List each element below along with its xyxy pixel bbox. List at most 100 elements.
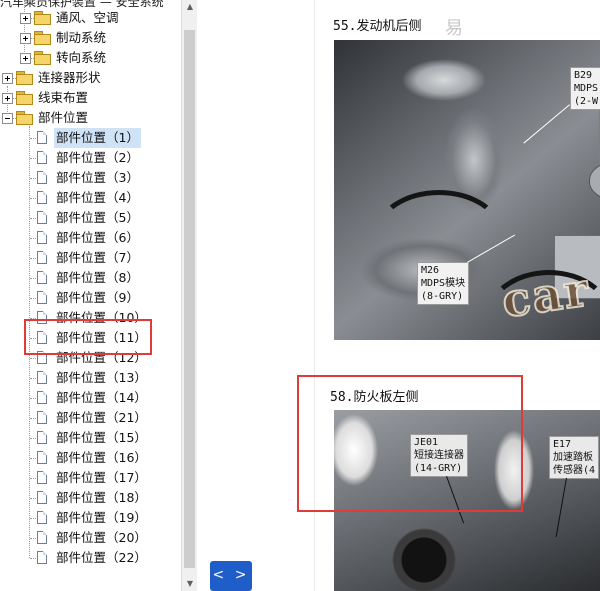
tree-item[interactable]: 部件位置（20） xyxy=(0,528,180,548)
tree-guide xyxy=(30,538,36,539)
scroll-up-icon[interactable]: ▲ xyxy=(182,0,198,14)
tree-item-label: 部件位置（6） xyxy=(56,230,139,245)
tree-item-label: 部件位置（17） xyxy=(56,470,147,485)
expand-plus-icon[interactable] xyxy=(20,13,31,24)
tree-view[interactable]: 汽车乘员保护装置 — 安全系统 通风、空调 制动系统 转向系统 连接器形状 线束布置 部件… xyxy=(0,0,181,591)
tree-item[interactable]: 部件位置（19） xyxy=(0,508,180,528)
tree-item[interactable]: 转向系统 xyxy=(0,48,180,68)
tree-item-label: 部件位置（8） xyxy=(56,270,139,285)
tree-guide xyxy=(30,178,36,179)
tree-item[interactable]: 连接器形状 xyxy=(0,68,180,88)
tree-item[interactable]: 部件位置（18） xyxy=(0,488,180,508)
tree-item[interactable]: 部件位置（3） xyxy=(0,168,180,188)
tree-item-label: 部件位置（1） xyxy=(54,128,141,148)
document-page-icon xyxy=(37,131,47,144)
expand-plus-icon[interactable] xyxy=(2,93,13,104)
tree-guide xyxy=(30,378,36,379)
document-page-icon xyxy=(37,531,47,544)
tree-item-label: 部件位置（14） xyxy=(56,390,147,405)
document-page-icon xyxy=(37,231,47,244)
tree-item-label: 部件位置（20） xyxy=(56,530,147,545)
tree-guide xyxy=(30,358,36,359)
tree-item[interactable]: 部件位置（14） xyxy=(0,388,180,408)
expand-plus-icon[interactable] xyxy=(20,53,31,64)
folder-icon xyxy=(34,51,51,65)
tree-item[interactable]: 部件位置（8） xyxy=(0,268,180,288)
tree-item-label: 部件位置（15） xyxy=(56,430,147,445)
tree-guide xyxy=(30,438,36,439)
tree-item[interactable]: 部件位置（17） xyxy=(0,468,180,488)
tree-item[interactable]: 部件位置（13） xyxy=(0,368,180,388)
expand-plus-icon[interactable] xyxy=(20,33,31,44)
callout-m26-line3: (8-GRY) xyxy=(421,291,464,302)
page-nav-button[interactable]: < > xyxy=(210,561,252,591)
tree-item[interactable]: 部件位置（21） xyxy=(0,408,180,428)
callout-m26-line2: MDPS模块 xyxy=(421,278,466,289)
tree-guide xyxy=(30,158,36,159)
tree-guide xyxy=(30,258,36,259)
tree-guide xyxy=(30,238,36,239)
document-page-icon xyxy=(37,511,47,524)
collapse-minus-icon[interactable] xyxy=(2,113,13,124)
tree-item[interactable]: 部件位置（1） xyxy=(0,128,180,148)
document-viewer: 易 55.发动机后侧 car B29 MDPS (2-W M26 MDPS模块 … xyxy=(197,0,600,591)
document-page-icon xyxy=(37,371,47,384)
expand-plus-icon[interactable] xyxy=(2,73,13,84)
document-page-icon xyxy=(37,171,47,184)
tree-item-label: 转向系统 xyxy=(56,50,107,65)
document-page-icon xyxy=(37,291,47,304)
tree-item[interactable]: 部件位置（7） xyxy=(0,248,180,268)
tree-guide xyxy=(30,498,36,499)
tree-item-label: 通风、空调 xyxy=(56,10,119,25)
scroll-down-icon[interactable]: ▼ xyxy=(182,577,198,591)
tree-item[interactable]: 部件位置（2） xyxy=(0,148,180,168)
tree-item[interactable]: 部件位置（16） xyxy=(0,448,180,468)
tree-item-label: 线束布置 xyxy=(38,90,89,105)
highlight-box-item-11 xyxy=(24,319,152,355)
document-page-icon xyxy=(37,431,47,444)
tree-item-label: 部件位置（2） xyxy=(56,150,139,165)
tree-item-label: 部件位置（16） xyxy=(56,450,147,465)
steering-collar xyxy=(589,160,600,202)
folder-icon xyxy=(16,111,33,125)
tree-item[interactable]: 部件位置（4） xyxy=(0,188,180,208)
highlight-box-section-58 xyxy=(297,375,523,512)
tree-guide xyxy=(30,298,36,299)
tree-item[interactable]: 部件位置（6） xyxy=(0,228,180,248)
callout-b29-line2: MDPS xyxy=(574,83,599,94)
tree-item[interactable]: 部件位置（9） xyxy=(0,288,180,308)
tree-item[interactable]: 制动系统 xyxy=(0,28,180,48)
tree-item[interactable]: 线束布置 xyxy=(0,88,180,108)
tree-item[interactable]: 通风、空调 xyxy=(0,8,180,28)
document-page-icon xyxy=(37,151,47,164)
tree-item-label: 部件位置（22） xyxy=(56,550,147,565)
tree-guide xyxy=(30,518,36,519)
callout-m26-line1: M26 xyxy=(421,265,440,276)
tree-item-label: 制动系统 xyxy=(56,30,107,45)
callout-b29-line1: B29 xyxy=(574,70,593,81)
tree-item-label: 部件位置（7） xyxy=(56,250,139,265)
tree-item[interactable]: 部件位置（22） xyxy=(0,548,180,568)
document-page-icon xyxy=(37,191,47,204)
folder-icon xyxy=(16,91,33,105)
document-page-icon xyxy=(37,411,47,424)
scroll-thumb[interactable] xyxy=(184,30,195,568)
callout-b29-line3: (2-W xyxy=(574,96,599,107)
tree-item-label: 部件位置（21） xyxy=(56,410,147,425)
tree-item[interactable]: 部件位置（15） xyxy=(0,428,180,448)
callout-m26: M26 MDPS模块 (8-GRY) xyxy=(417,262,470,305)
tree-item-label: 部件位置（4） xyxy=(56,190,139,205)
tree-guide xyxy=(30,218,36,219)
tree-guide xyxy=(30,558,36,559)
tree-guide xyxy=(30,398,36,399)
document-page-icon xyxy=(37,471,47,484)
document-page-icon xyxy=(37,391,47,404)
tree-item[interactable]: 部件位置（5） xyxy=(0,208,180,228)
tree-item-label: 部件位置（19） xyxy=(56,510,147,525)
tree-item[interactable]: 部件位置 xyxy=(0,108,180,128)
tree-item-label: 部件位置（5） xyxy=(56,210,139,225)
folder-icon xyxy=(34,11,51,25)
document-page-icon xyxy=(37,211,47,224)
tree-item-label: 部件位置 xyxy=(38,110,89,125)
tree-scrollbar[interactable]: ▲ ▼ xyxy=(181,0,197,591)
